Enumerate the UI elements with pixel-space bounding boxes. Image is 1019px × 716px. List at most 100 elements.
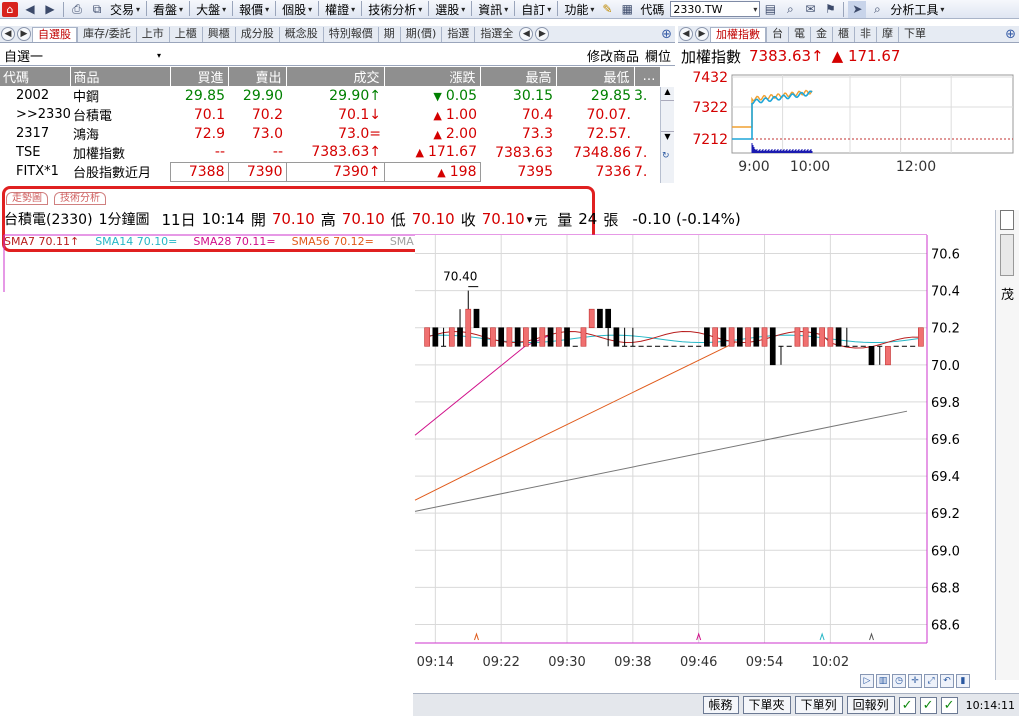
menu-10[interactable]: 功能 ▾	[561, 1, 597, 18]
popout-icon[interactable]: ⧉	[88, 1, 106, 18]
tab-index-1[interactable]: 台	[766, 27, 788, 42]
print-icon[interactable]: ⎙	[68, 1, 86, 18]
zoom-icon[interactable]: ⊕	[1005, 27, 1016, 42]
menu-4[interactable]: 個股 ▾	[279, 1, 315, 18]
chevron-down-icon[interactable]: ▾	[753, 5, 757, 14]
menu-2[interactable]: 大盤 ▾	[193, 1, 229, 18]
home-icon[interactable]: ⌂	[1, 1, 19, 18]
table-row[interactable]: FITX*1 台股指數近月 7388 7390 7390↑ ▲ 198 7395 7336 7.	[0, 161, 660, 182]
tab-watch-11[interactable]: 指選全	[474, 27, 518, 42]
tab-next-icon[interactable]: ▶	[17, 27, 31, 41]
refresh-icon[interactable]: ↻	[662, 151, 673, 162]
back-icon[interactable]: ◀	[21, 1, 39, 18]
pencil-icon[interactable]: ✎	[598, 1, 616, 18]
tab-index-4[interactable]: 櫃	[832, 27, 854, 42]
row-ask[interactable]: 29.90	[228, 86, 286, 105]
tab-watch-9[interactable]: 期(價)	[399, 27, 442, 42]
tab-watch-10[interactable]: 指選	[441, 27, 474, 42]
bar-chart-icon[interactable]: ▮	[956, 674, 970, 688]
forward-icon[interactable]: ▶	[41, 1, 59, 18]
strip-scroll-thumb[interactable]	[1000, 234, 1014, 276]
tab-watch-6[interactable]: 概念股	[278, 27, 323, 42]
row-ask[interactable]: 70.2	[228, 105, 286, 124]
tab-watch-0[interactable]: 自選股	[32, 27, 77, 42]
check-icon[interactable]: ✓	[940, 696, 958, 714]
row-bid[interactable]: --	[170, 143, 228, 162]
scroll-up-icon[interactable]: ▲	[661, 87, 674, 101]
row-ask[interactable]: 7390	[227, 161, 287, 182]
menu-6[interactable]: 技術分析 ▾	[365, 1, 425, 18]
menu-7[interactable]: 選股 ▾	[432, 1, 468, 18]
tab-watch-3[interactable]: 上櫃	[168, 27, 202, 42]
tab-watch-1[interactable]: 庫存/委託	[77, 27, 136, 42]
alert-icon[interactable]: ✉	[801, 1, 819, 18]
row-ask[interactable]: --	[228, 143, 286, 162]
watch-scrollbar[interactable]: ▲ ▼ ↻	[660, 87, 674, 183]
menu-5[interactable]: 權證 ▾	[322, 1, 358, 18]
tab-index-5[interactable]: 非	[854, 27, 876, 42]
table-row[interactable]: TSE 加權指數 -- -- 7383.63↑ ▲ 171.67 7383.63 7348.86…	[0, 143, 660, 162]
clock-icon[interactable]: ◷	[892, 674, 906, 688]
row-bid[interactable]: 72.9	[170, 124, 228, 143]
tab-index-6[interactable]: 摩	[876, 27, 898, 42]
tab-watch-2[interactable]: 上市	[135, 27, 169, 42]
tab-index-7[interactable]: 下單	[898, 27, 931, 42]
undo-icon[interactable]: ↶	[940, 674, 954, 688]
cursor-icon[interactable]: ➤	[848, 0, 867, 18]
row-ask[interactable]: 73.0	[228, 124, 286, 143]
tab-next-icon[interactable]: ▶	[695, 27, 709, 41]
tab-watch-4[interactable]: 興櫃	[201, 27, 235, 42]
candle-body	[918, 327, 924, 347]
tab-next-icon[interactable]: ▶	[535, 27, 550, 41]
menu-3[interactable]: 報價 ▾	[236, 1, 272, 18]
tab-watch-8[interactable]: 期	[377, 27, 400, 42]
menu-9[interactable]: 自訂 ▾	[518, 1, 554, 18]
tab-watch-7[interactable]: 特別報價	[322, 27, 378, 42]
strip-button-top[interactable]	[1000, 210, 1014, 230]
table-row[interactable]: 2317 鴻海 72.9 73.0 73.0= ▲ 2.00 73.3 72.57.	[0, 124, 660, 144]
quote-icon[interactable]: ▤	[761, 1, 779, 18]
fit-icon[interactable]: ⤢	[924, 674, 938, 688]
calendar-icon[interactable]: ▦	[618, 1, 636, 18]
menu-0[interactable]: 交易 ▾	[107, 1, 143, 18]
tab-index-3[interactable]: 金	[810, 27, 832, 42]
crosshair-icon[interactable]: ✛	[908, 674, 922, 688]
edit-items-button[interactable]: 修改商品	[587, 46, 639, 65]
group-select[interactable]: 自選一 ▾	[4, 46, 161, 65]
y-tick-label: 69.8	[931, 396, 960, 411]
tab-prev-icon[interactable]: ◀	[519, 27, 534, 41]
tab-index-2[interactable]: 電	[788, 27, 810, 42]
columns-button[interactable]: 欄位	[645, 46, 671, 65]
tab-prev-icon[interactable]: ◀	[1, 27, 15, 41]
tab-index-0[interactable]: 加權指數	[710, 27, 766, 42]
search-icon[interactable]: ⌕	[781, 1, 799, 18]
row-bid[interactable]: 7388	[169, 161, 229, 182]
scroll-right-icon[interactable]: ▷	[860, 674, 874, 688]
scroll-down-icon[interactable]: ▼	[661, 131, 674, 145]
status-button-2[interactable]: 下單列	[794, 696, 843, 714]
column-header-extra[interactable]: …	[634, 67, 661, 86]
row-last-mark: =	[369, 125, 381, 142]
magnifier-icon[interactable]: ⌕	[868, 1, 886, 18]
status-button-1[interactable]: 下單夾	[742, 696, 791, 714]
check-icon[interactable]: ✓	[898, 696, 916, 714]
zoom-icon[interactable]: ⊕	[661, 27, 672, 42]
candle-body	[753, 327, 760, 347]
status-button-0[interactable]: 帳務	[702, 696, 739, 714]
row-bid[interactable]: 70.1	[170, 105, 228, 124]
menu-1[interactable]: 看盤 ▾	[150, 1, 186, 18]
row-bid[interactable]: 29.85	[170, 86, 228, 105]
tab-prev-icon[interactable]: ◀	[679, 27, 693, 41]
analysis-tools-menu[interactable]: 分析工具 ▾	[887, 1, 947, 18]
status-button-3[interactable]: 回報列	[846, 696, 895, 714]
symbol-input[interactable]: 2330.TW ▾	[670, 1, 761, 17]
table-row[interactable]: >>2330 台積電 70.1 70.2 70.1↓ ▲ 1.00 70.4 70.07.	[0, 105, 660, 125]
tab-watch-5[interactable]: 成分股	[234, 27, 279, 42]
chart-type-icon[interactable]: ▥	[876, 674, 890, 688]
table-row[interactable]: 2002 中鋼 29.85 29.90 29.90↑ ▼ 0.05 30.15 29.85 3.	[0, 86, 660, 106]
candle-body	[835, 327, 842, 347]
tag-icon[interactable]: ⚑	[821, 1, 839, 18]
check-icon[interactable]: ✓	[919, 696, 937, 714]
menu-8[interactable]: 資訊 ▾	[475, 1, 511, 18]
candle-body	[481, 327, 488, 347]
